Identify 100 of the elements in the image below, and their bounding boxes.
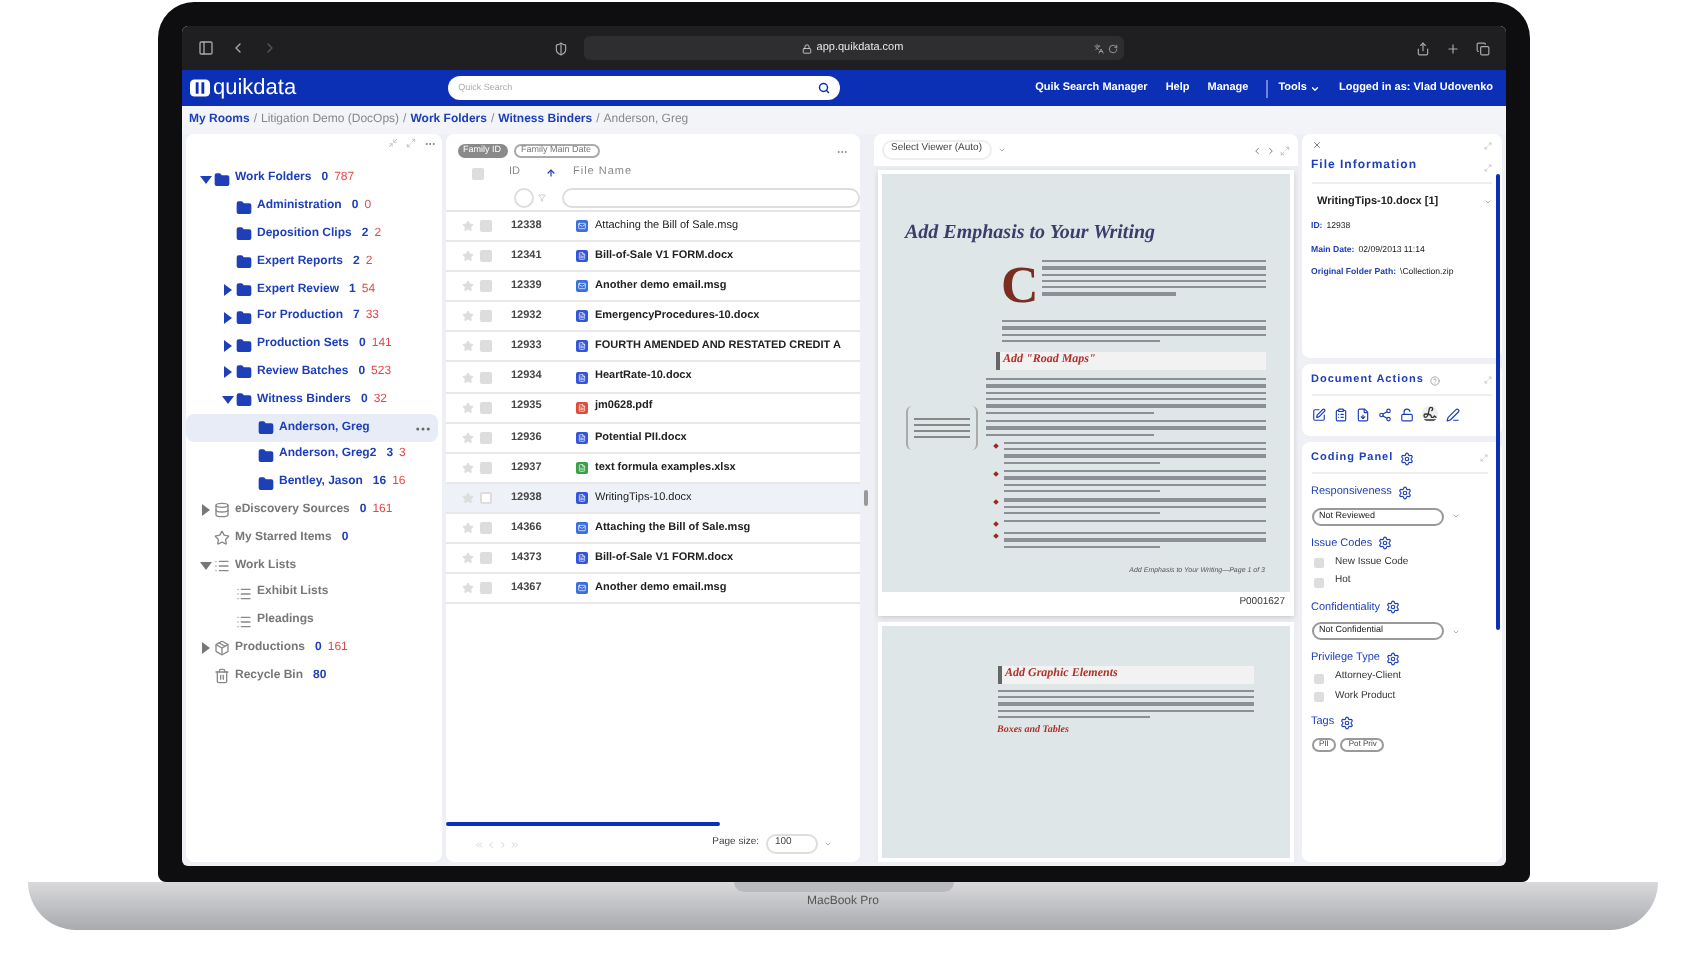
row-checkbox[interactable] bbox=[479, 461, 491, 474]
pen-icon[interactable] bbox=[1445, 407, 1459, 422]
folder-icon bbox=[257, 420, 273, 437]
folder-icon bbox=[235, 282, 251, 299]
file-download-icon[interactable] bbox=[1355, 407, 1369, 422]
star-icon[interactable] bbox=[461, 220, 473, 233]
last-page-icon[interactable] bbox=[509, 839, 519, 849]
document-file-icon bbox=[575, 431, 587, 444]
select-all-checkbox[interactable] bbox=[471, 167, 483, 179]
trash-icon bbox=[213, 668, 229, 685]
checkbox[interactable] bbox=[1313, 577, 1323, 587]
settings-icon[interactable] bbox=[1378, 536, 1393, 551]
star-icon[interactable] bbox=[461, 552, 473, 565]
previous-page-icon[interactable] bbox=[485, 839, 495, 849]
document-file-icon bbox=[575, 310, 587, 323]
box-icon bbox=[213, 640, 229, 657]
caret-down-icon[interactable] bbox=[199, 562, 211, 571]
star-icon[interactable] bbox=[461, 582, 473, 595]
settings-icon[interactable] bbox=[1340, 715, 1355, 730]
sidebar-note-drawing bbox=[905, 406, 977, 451]
scrollbar[interactable] bbox=[1495, 174, 1499, 630]
shield-icon[interactable] bbox=[553, 41, 567, 55]
sidebar-icon[interactable] bbox=[197, 40, 213, 56]
star-icon[interactable] bbox=[461, 340, 473, 353]
filter-field[interactable] bbox=[561, 187, 859, 207]
star-icon[interactable] bbox=[461, 521, 473, 534]
lock-icon bbox=[802, 43, 813, 53]
row-checkbox[interactable] bbox=[479, 521, 491, 534]
checkbox[interactable] bbox=[1313, 558, 1323, 568]
drop-cap: C bbox=[1001, 260, 1039, 312]
share-icon[interactable] bbox=[1415, 41, 1429, 55]
row-checkbox[interactable] bbox=[479, 280, 491, 293]
folder-icon bbox=[235, 337, 251, 354]
search-icon[interactable] bbox=[818, 82, 831, 94]
collapse-icon[interactable] bbox=[387, 138, 397, 148]
row-checkbox[interactable] bbox=[479, 250, 491, 263]
signature-icon[interactable] bbox=[1421, 406, 1437, 423]
row-checkbox[interactable] bbox=[479, 340, 491, 353]
logo-icon bbox=[189, 78, 209, 98]
folder-icon bbox=[257, 475, 273, 492]
row-checkbox[interactable] bbox=[479, 371, 491, 384]
previous-icon[interactable] bbox=[1251, 145, 1261, 155]
logo-text: quikdata bbox=[213, 77, 297, 99]
email-file-icon bbox=[575, 521, 587, 534]
settings-icon[interactable] bbox=[1397, 485, 1412, 500]
star-icon[interactable] bbox=[461, 250, 473, 263]
email-file-icon bbox=[575, 582, 587, 595]
sort-arrow-icon[interactable] bbox=[545, 168, 555, 178]
folder-icon bbox=[235, 309, 251, 326]
document-title: Add Emphasis to Your Writing bbox=[905, 220, 1158, 248]
edit-icon[interactable] bbox=[1311, 407, 1325, 422]
checkbox[interactable] bbox=[1313, 692, 1323, 702]
settings-icon[interactable] bbox=[1399, 451, 1414, 466]
bullet-icon bbox=[992, 499, 998, 506]
document-file-icon bbox=[575, 552, 587, 565]
scrollbar[interactable] bbox=[445, 822, 719, 826]
star-icon[interactable] bbox=[461, 371, 473, 384]
star-icon[interactable] bbox=[461, 310, 473, 323]
row-checkbox[interactable] bbox=[479, 310, 491, 323]
row-checkbox[interactable] bbox=[479, 431, 491, 444]
resize-handle[interactable] bbox=[863, 490, 867, 506]
checkbox[interactable] bbox=[1313, 673, 1323, 683]
next-page-icon[interactable] bbox=[497, 839, 507, 849]
translate-icon[interactable] bbox=[1093, 43, 1103, 53]
row-checkbox[interactable] bbox=[479, 220, 491, 233]
new-tab-icon[interactable] bbox=[1445, 41, 1459, 55]
expand-icon[interactable] bbox=[1279, 145, 1289, 155]
settings-icon[interactable] bbox=[1385, 651, 1400, 666]
star-icon[interactable] bbox=[461, 401, 473, 414]
expand-icon[interactable] bbox=[1483, 163, 1491, 171]
first-page-icon[interactable] bbox=[473, 839, 483, 849]
unlock-icon[interactable] bbox=[1399, 407, 1413, 422]
folder-icon bbox=[235, 364, 251, 381]
star-icon[interactable] bbox=[461, 491, 473, 504]
pdf-file-icon bbox=[575, 401, 587, 414]
filter-field[interactable] bbox=[513, 187, 533, 207]
email-file-icon bbox=[575, 280, 587, 293]
folder-icon bbox=[235, 199, 251, 216]
star-icon[interactable] bbox=[461, 461, 473, 474]
caret-right-icon[interactable] bbox=[201, 504, 209, 517]
bullet-icon bbox=[992, 471, 998, 477]
reload-icon[interactable] bbox=[1107, 43, 1117, 53]
folder-icon bbox=[235, 226, 251, 243]
help-icon[interactable] bbox=[1429, 375, 1440, 386]
star-icon[interactable] bbox=[461, 431, 473, 444]
row-checkbox[interactable] bbox=[479, 582, 491, 595]
caret-right-icon[interactable] bbox=[201, 642, 209, 655]
next-icon[interactable] bbox=[1265, 145, 1275, 155]
tabs-icon[interactable] bbox=[1475, 41, 1489, 55]
clipboard-icon[interactable] bbox=[1333, 407, 1347, 422]
expand-icon[interactable] bbox=[1483, 141, 1491, 149]
row-checkbox[interactable] bbox=[479, 491, 491, 504]
row-checkbox[interactable] bbox=[479, 552, 491, 565]
database-icon bbox=[213, 502, 229, 519]
settings-icon[interactable] bbox=[1386, 600, 1401, 615]
star-icon[interactable] bbox=[461, 280, 473, 293]
row-checkbox[interactable] bbox=[479, 401, 491, 414]
expand-icon[interactable] bbox=[405, 138, 415, 148]
share-icon[interactable] bbox=[1377, 407, 1391, 422]
filter-icon[interactable] bbox=[537, 193, 545, 201]
